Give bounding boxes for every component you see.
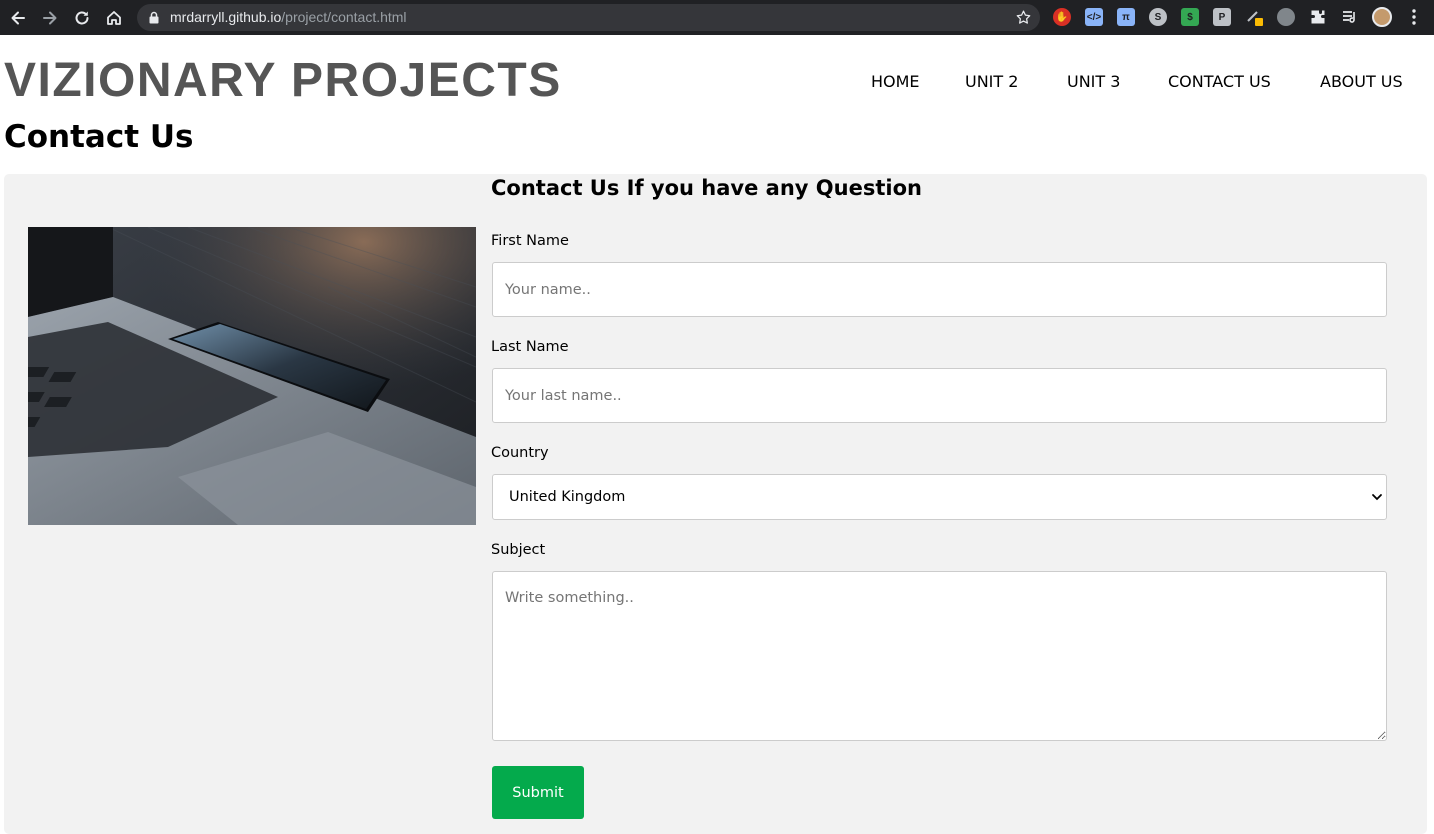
pi-extension-icon[interactable]: π <box>1117 8 1135 26</box>
subject-label: Subject <box>491 542 546 558</box>
adblock-extension-icon[interactable]: ✋ <box>1053 8 1071 26</box>
laptop-phone-photo <box>28 227 476 525</box>
back-icon[interactable] <box>7 7 29 29</box>
country-select[interactable]: United Kingdom <box>492 474 1387 520</box>
form-heading: Contact Us If you have any Question <box>491 176 922 200</box>
address-bar[interactable]: mrdarryll.github.io/project/contact.html <box>137 4 1040 31</box>
reload-icon[interactable] <box>71 7 93 29</box>
bookmark-star-icon[interactable] <box>1015 9 1032 26</box>
site-title: VIZIONARY PROJECTS <box>4 54 562 107</box>
nav-about-us[interactable]: ABOUT US <box>1320 72 1403 91</box>
s-extension-icon[interactable]: S <box>1149 8 1167 26</box>
nav-contact-us[interactable]: CONTACT US <box>1168 72 1271 91</box>
country-label: Country <box>491 445 549 461</box>
forward-icon[interactable] <box>39 7 61 29</box>
subject-textarea[interactable] <box>492 571 1387 741</box>
lock-icon <box>149 11 159 24</box>
home-icon[interactable] <box>103 7 125 29</box>
submit-button[interactable]: Submit <box>492 766 584 819</box>
url-text: mrdarryll.github.io/project/contact.html <box>170 9 407 25</box>
page-title: Contact Us <box>4 119 194 155</box>
p-extension-icon[interactable]: P <box>1213 8 1231 26</box>
pen-extension-icon[interactable] <box>1245 8 1263 26</box>
contact-panel: Contact Us If you have any Question Firs… <box>4 174 1427 834</box>
shop-extension-icon[interactable]: $ <box>1181 8 1199 26</box>
browser-toolbar: mrdarryll.github.io/project/contact.html… <box>0 0 1434 35</box>
code-extension-icon[interactable]: </> <box>1085 8 1103 26</box>
last-name-input[interactable] <box>492 368 1387 423</box>
nav-home[interactable]: HOME <box>871 72 920 91</box>
extensions-puzzle-icon[interactable] <box>1309 8 1327 26</box>
first-name-label: First Name <box>491 233 569 249</box>
media-queue-icon[interactable] <box>1341 8 1359 26</box>
nav-unit-2[interactable]: UNIT 2 <box>965 72 1018 91</box>
menu-kebab-icon[interactable] <box>1405 8 1423 26</box>
nav-unit-3[interactable]: UNIT 3 <box>1067 72 1120 91</box>
country-select-wrapper: United Kingdom <box>492 474 1387 520</box>
last-name-label: Last Name <box>491 339 569 355</box>
first-name-input[interactable] <box>492 262 1387 317</box>
globe-extension-icon[interactable] <box>1277 8 1295 26</box>
profile-avatar[interactable] <box>1372 7 1392 27</box>
web-page: VIZIONARY PROJECTS HOME UNIT 2 UNIT 3 CO… <box>0 35 1434 834</box>
